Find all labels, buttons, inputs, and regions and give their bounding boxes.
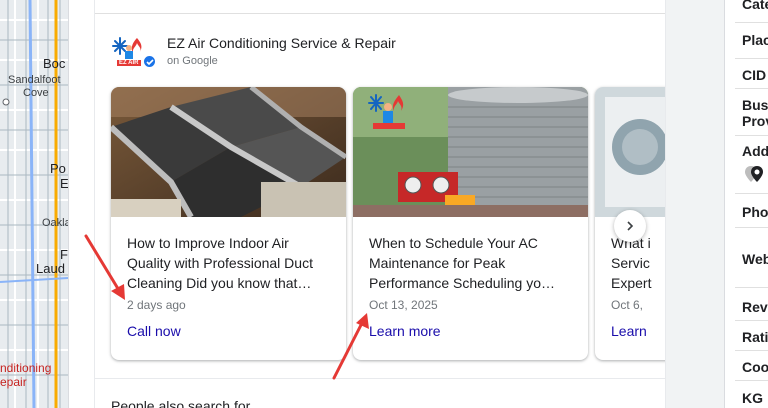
- post-card[interactable]: How to Improve Indoor Air Quality with P…: [111, 87, 346, 360]
- map-label: epair: [0, 375, 27, 389]
- business-source: on Google: [167, 55, 218, 67]
- call-now-link[interactable]: Call now: [127, 323, 181, 339]
- sidebar-item: Busi: [742, 97, 768, 113]
- map-label: Cove: [23, 87, 49, 99]
- divider: [735, 135, 768, 136]
- location-pin-icon: [745, 164, 763, 189]
- sidebar-item: Cate: [742, 0, 768, 12]
- screenshot-root: Boc Sandalfoot Cove Po E Oakla Laud F nd…: [0, 0, 768, 408]
- logo-text: EZ AIR: [119, 60, 139, 66]
- map-panel-gap: [68, 0, 94, 408]
- divider: [735, 320, 768, 321]
- divider: [735, 193, 768, 194]
- learn-link[interactable]: Learn: [611, 323, 647, 339]
- map-label: F: [60, 247, 68, 262]
- sidebar-item: Web: [742, 251, 768, 267]
- divider: [735, 88, 768, 89]
- divider: [735, 22, 768, 23]
- business-logo[interactable]: EZ AIR: [111, 32, 157, 72]
- post-title: How to Improve Indoor Air Quality with P…: [127, 235, 313, 291]
- post-image-ac-unit-2: [595, 87, 665, 217]
- sidebar-item: Rati: [742, 329, 768, 345]
- post-date: Oct 6,: [611, 298, 644, 312]
- post-title: What i Servic Expert: [611, 233, 665, 293]
- map-label: Oakla: [42, 217, 68, 229]
- learn-more-link[interactable]: Learn more: [369, 323, 441, 339]
- map-strip[interactable]: Boc Sandalfoot Cove Po E Oakla Laud F nd…: [0, 0, 68, 408]
- divider: [735, 350, 768, 351]
- post-date: 2 days ago: [127, 298, 186, 312]
- divider: [735, 380, 768, 381]
- divider: [735, 287, 768, 288]
- post-date: Oct 13, 2025: [369, 298, 438, 312]
- post-title-line: What i Servic Expert: [611, 235, 652, 291]
- divider: [95, 378, 665, 379]
- section-heading: People also search for: [111, 398, 251, 408]
- carousel-next-button[interactable]: [614, 210, 646, 242]
- posts-panel: EZ AIR EZ Air Conditioning Service & Rep…: [94, 0, 666, 408]
- post-image-ac-unit: [353, 87, 588, 217]
- map-label: Boc: [43, 56, 66, 71]
- divider: [95, 13, 665, 14]
- verified-badge-icon: [142, 54, 157, 69]
- sidebar-item: Coo: [742, 359, 768, 375]
- details-sidebar: Cate Plac CID Busi Prov Add Phon Web Rev…: [724, 0, 768, 408]
- map-label: E: [60, 176, 68, 191]
- business-name[interactable]: EZ Air Conditioning Service & Repair: [167, 35, 396, 51]
- map-label: Laud: [36, 261, 65, 276]
- sidebar-item: KG: [742, 390, 763, 406]
- divider: [735, 227, 768, 228]
- divider: [735, 58, 768, 59]
- post-image-duct-filter: [111, 87, 346, 217]
- chevron-right-icon: [627, 221, 634, 231]
- map-label: Sandalfoot: [8, 74, 61, 86]
- sidebar-gap: [666, 0, 724, 408]
- sidebar-item: Phon: [742, 204, 768, 220]
- post-card[interactable]: When to Schedule Your AC Maintenance for…: [353, 87, 588, 360]
- post-title: When to Schedule Your AC Maintenance for…: [369, 235, 555, 291]
- map-label: Po: [50, 161, 66, 176]
- sidebar-item: Prov: [742, 113, 768, 129]
- sidebar-item: Add: [742, 143, 768, 159]
- sidebar-item: Rev: [742, 299, 768, 315]
- sidebar-item: CID: [742, 67, 767, 83]
- map-label: nditioning: [0, 361, 52, 375]
- sidebar-item: Plac: [742, 32, 768, 48]
